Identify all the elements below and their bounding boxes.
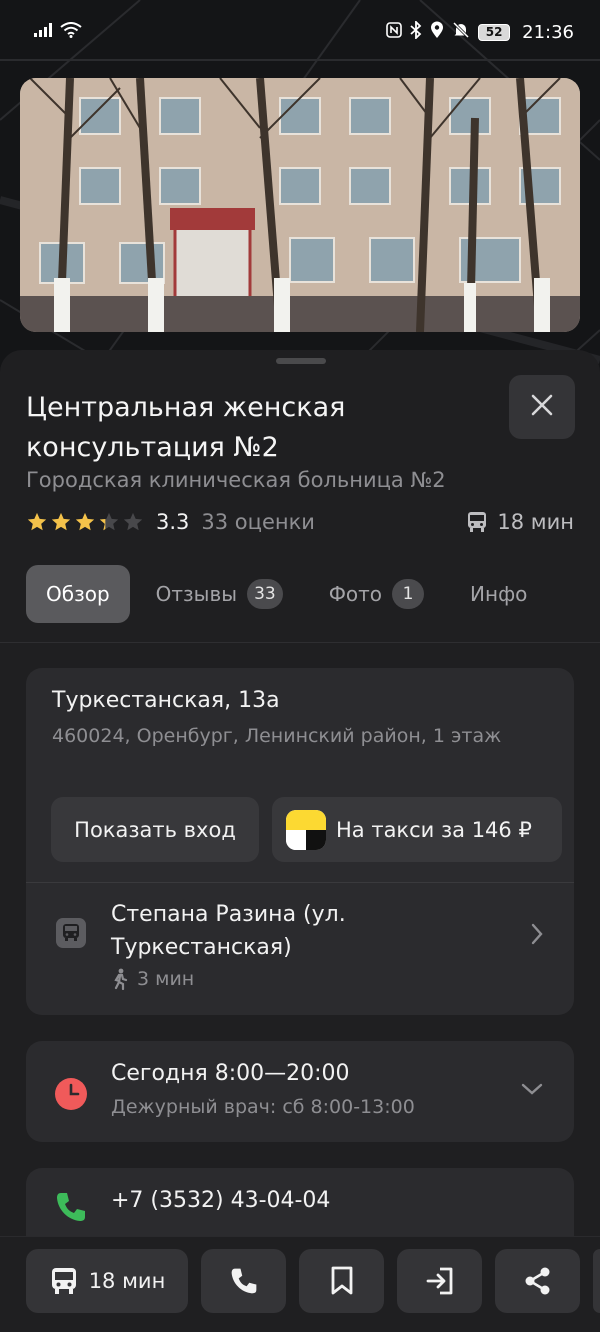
walk-time-label: 3 мин [137,968,195,990]
rating-row[interactable]: 3.3 33 оценки 18 мин [26,508,574,536]
nfc-icon [386,21,402,43]
place-card-sheet: Центральная женская консультация №2 Горо… [0,350,600,1332]
bus-icon [51,1268,76,1294]
place-photo[interactable] [20,78,580,332]
hours-card[interactable]: Сегодня 8:00—20:00 Дежурный врач: сб 8:0… [26,1041,574,1142]
entrance-button[interactable] [397,1249,482,1313]
signal-icon [34,22,52,42]
star-partial-icon [99,512,119,531]
phone-number[interactable]: +7 (3532) 43-04-04 [111,1188,330,1213]
rating-stars [26,511,144,533]
card-divider [26,882,574,883]
close-icon [530,393,554,421]
address-details: 460024, Оренбург, Ленинский район, 1 эта… [52,725,502,747]
tab-info[interactable]: Инфо [450,565,547,623]
close-button[interactable] [509,375,575,439]
phone-icon [231,1268,256,1294]
tab-photos[interactable]: Фото 1 [309,565,444,623]
taxi-button[interactable]: На такси за 146 ₽ [272,797,562,862]
sign-in-icon [426,1267,452,1295]
place-subtitle[interactable]: Городская клиническая больница №2 [26,468,446,492]
photos-count-badge: 1 [392,579,425,609]
bookmark-button[interactable] [299,1249,384,1313]
transit-eta[interactable]: 18 мин [465,510,574,534]
bus-icon [468,512,487,532]
walking-icon [114,968,128,990]
rating-value: 3.3 [156,510,190,534]
star-full-icon [27,512,47,531]
status-time: 21:36 [522,21,574,43]
tab-bar: Обзор Отзывы 33 Фото 1 Инфо [26,565,547,623]
show-entrance-button[interactable]: Показать вход [51,797,259,862]
transit-eta-label: 18 мин [497,510,574,534]
bookmark-icon [331,1266,352,1295]
walk-time: 3 мин [111,968,194,990]
show-entrance-label: Показать вход [74,817,236,842]
tab-label: Инфо [470,582,528,606]
transit-stop-name[interactable]: Степана Разина (ул. Туркестанская) [111,898,511,964]
chevron-right-icon[interactable] [530,922,544,950]
call-button[interactable] [201,1249,286,1313]
reviews-count-badge: 33 [247,579,283,609]
taxi-logo-icon [286,809,326,850]
route-button[interactable]: 18 мин [26,1249,188,1313]
share-button[interactable] [495,1249,580,1313]
tab-label: Фото [328,582,383,606]
tab-overview[interactable]: Обзор [26,565,130,623]
location-icon [430,21,444,44]
wifi-icon [60,21,82,43]
hours-today: Сегодня 8:00—20:00 [111,1061,350,1086]
bottom-action-bar: 18 мин [0,1236,600,1332]
phone-icon [54,1190,88,1228]
bus-stop-icon [56,918,86,948]
star-full-icon [75,512,95,531]
star-full-icon [51,512,71,531]
tabs-divider [0,642,600,643]
taxi-label: На такси за 146 ₽ [336,817,532,842]
tab-label: Отзывы [155,582,238,606]
address-street[interactable]: Туркестанская, 13а [52,688,280,713]
clock-icon [54,1077,88,1115]
share-icon [525,1267,549,1295]
tab-reviews[interactable]: Отзывы 33 [136,565,303,623]
bluetooth-icon [410,19,422,44]
route-button-label: 18 мин [88,1269,166,1293]
hours-note: Дежурный врач: сб 8:00-13:00 [111,1096,415,1118]
sheet-grabber[interactable] [276,358,326,364]
battery-indicator: 52 [478,23,511,41]
tab-label: Обзор [46,582,110,606]
address-card: Туркестанская, 13а 460024, Оренбург, Лен… [26,668,574,1015]
more-button[interactable] [593,1249,600,1313]
chevron-down-icon[interactable] [520,1081,544,1100]
status-bar: 52 21:36 [0,0,600,64]
rating-count: 33 оценки [201,510,315,534]
place-title: Центральная женская консультация №2 [26,392,346,463]
star-empty-icon [123,512,143,531]
bell-off-icon [452,21,470,44]
